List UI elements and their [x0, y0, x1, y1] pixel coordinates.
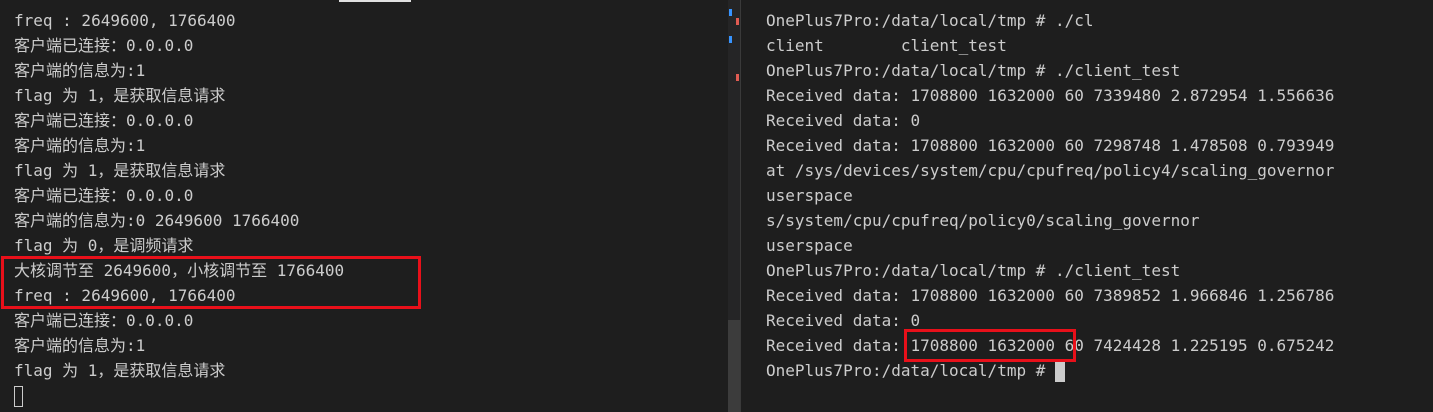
terminal-line: flag 为 0，是调频请求 [14, 236, 194, 255]
terminal-line: Received data: 1708800 1632000 60 742442… [766, 336, 1335, 355]
terminal-prompt: OnePlus7Pro:/data/local/tmp # [766, 361, 1055, 380]
terminal-line: freq : 2649600, 1766400 [14, 286, 236, 305]
terminal-prompt-line[interactable]: OnePlus7Pro:/data/local/tmp # [766, 358, 1334, 383]
terminal-cursor [1054, 361, 1065, 382]
terminal-line: freq : 2649600, 1766400 [14, 11, 236, 30]
terminal-line: 客户端的信息为:1 [14, 136, 146, 155]
scrollbar-marker-red [736, 74, 739, 81]
left-terminal-pane[interactable]: freq : 2649600, 1766400 客户端已连接：0.0.0.0 客… [0, 0, 740, 412]
scrollbar-marker-blue [729, 36, 732, 43]
terminal-line: OnePlus7Pro:/data/local/tmp # ./cl [766, 11, 1094, 30]
terminal-cursor [14, 386, 23, 407]
terminal-line: 大核调节至 2649600，小核调节至 1766400 [14, 261, 345, 280]
left-terminal-output: freq : 2649600, 1766400 客户端已连接：0.0.0.0 客… [14, 8, 344, 408]
terminal-line: userspace [766, 186, 853, 205]
terminal-line: flag 为 1，是获取信息请求 [14, 361, 226, 380]
terminal-line: Received data: 1708800 1632000 60 738985… [766, 286, 1335, 305]
terminal-line: 客户端的信息为:1 [14, 336, 146, 355]
scrollbar-marker-blue [729, 9, 732, 16]
terminal-line: userspace [766, 236, 853, 255]
terminal-line: Received data: 1708800 1632000 60 733948… [766, 86, 1335, 105]
terminal-line: 客户端已连接：0.0.0.0 [14, 111, 194, 130]
left-pane-scrollbar[interactable] [728, 0, 740, 412]
terminal-line: 客户端已连接：0.0.0.0 [14, 186, 194, 205]
terminal-line: 客户端已连接：0.0.0.0 [14, 36, 194, 55]
terminal-line: OnePlus7Pro:/data/local/tmp # ./client_t… [766, 261, 1181, 280]
terminal-line: OnePlus7Pro:/data/local/tmp # ./client_t… [766, 61, 1181, 80]
terminal-split-view: freq : 2649600, 1766400 客户端已连接：0.0.0.0 客… [0, 0, 1433, 412]
terminal-line: 客户端已连接：0.0.0.0 [14, 311, 194, 330]
terminal-line: flag 为 1，是获取信息请求 [14, 161, 226, 180]
terminal-prompt-line[interactable] [14, 383, 344, 408]
terminal-line: Received data: 1708800 1632000 60 729874… [766, 136, 1335, 155]
scrollbar-marker-red [736, 18, 739, 25]
right-terminal-output: OnePlus7Pro:/data/local/tmp # ./cl clien… [766, 8, 1334, 383]
terminal-line: at /sys/devices/system/cpu/cpufreq/polic… [766, 161, 1335, 180]
right-terminal-pane[interactable]: OnePlus7Pro:/data/local/tmp # ./cl clien… [741, 0, 1433, 412]
terminal-line: flag 为 1，是获取信息请求 [14, 86, 226, 105]
terminal-line: Received data: 0 [766, 111, 921, 130]
terminal-line: s/system/cpu/cpufreq/policy0/scaling_gov… [766, 211, 1200, 230]
terminal-line: 客户端的信息为:1 [14, 61, 146, 80]
terminal-line: 客户端的信息为:0 2649600 1766400 [14, 211, 300, 230]
terminal-line: Received data: 0 [766, 311, 921, 330]
scrollbar-thumb[interactable] [728, 320, 740, 412]
terminal-line: client client_test [766, 36, 1007, 55]
